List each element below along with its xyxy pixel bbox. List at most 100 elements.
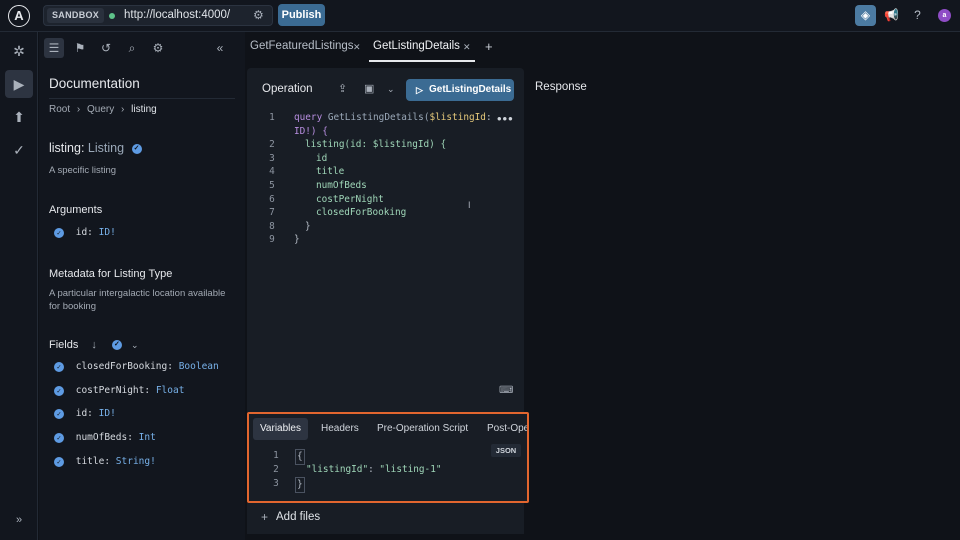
- history-icon[interactable]: ↺: [96, 38, 116, 58]
- argument-type[interactable]: ID!: [99, 227, 116, 238]
- field-item-type[interactable]: Float: [156, 385, 185, 396]
- tab-get-featured-listings[interactable]: GetFeaturedListings: [250, 40, 354, 52]
- checkmark-icon[interactable]: ✓: [54, 385, 64, 396]
- search-icon[interactable]: ⌕: [122, 38, 142, 58]
- keyboard-icon[interactable]: ⌨: [499, 385, 513, 396]
- line-number: 5: [269, 180, 275, 191]
- avatar[interactable]: a: [938, 9, 951, 22]
- tab-headers[interactable]: Headers: [314, 418, 366, 440]
- field-type[interactable]: Listing: [88, 141, 124, 155]
- explorer-icon[interactable]: ▶: [5, 70, 33, 98]
- field-item[interactable]: ✓ closedForBooking: Boolean: [54, 361, 219, 372]
- checkmark-icon[interactable]: ✓: [54, 361, 64, 372]
- metadata-description: A particular intergalactic location avai…: [49, 288, 226, 312]
- left-nav: ✲ ▶ ⬆ ✓ »: [0, 32, 38, 540]
- line-number: 6: [269, 193, 275, 205]
- upload-icon[interactable]: ⬆: [5, 103, 33, 131]
- run-operation-label: GetListingDetails: [429, 84, 512, 95]
- save-icon[interactable]: ▣: [364, 82, 374, 95]
- apollo-logo[interactable]: A: [8, 5, 30, 27]
- line-number: 3: [273, 478, 279, 489]
- code-text: numOfBeds: [316, 180, 367, 191]
- endpoint-url-box[interactable]: SANDBOX http://localhost:4000/ ⚙: [43, 5, 273, 26]
- expand-nav-icon[interactable]: »: [5, 506, 33, 534]
- field-item-name: numOfBeds:: [75, 432, 133, 443]
- checks-icon[interactable]: ✓: [5, 136, 33, 164]
- code-text: }: [294, 234, 300, 246]
- checkmark-icon[interactable]: ✓: [54, 227, 64, 238]
- breadcrumb-query[interactable]: Query: [87, 104, 114, 115]
- line-number: 9: [269, 234, 275, 246]
- endpoint-url[interactable]: http://localhost:4000/: [124, 9, 230, 21]
- help-icon[interactable]: ?: [907, 5, 928, 26]
- page-title: Documentation: [49, 76, 140, 91]
- keyword: query: [294, 112, 323, 123]
- megaphone-icon[interactable]: 📢: [881, 5, 902, 26]
- argument-name: id:: [75, 227, 93, 238]
- code-text: "listingId": "listing-1": [306, 463, 441, 477]
- layers-icon[interactable]: ◈: [855, 5, 876, 26]
- docs-icon[interactable]: ☰: [44, 38, 64, 58]
- close-icon[interactable]: ✕: [353, 42, 361, 53]
- field-item[interactable]: ✓ id: ID!: [54, 408, 116, 419]
- field-item-type[interactable]: Boolean: [179, 361, 219, 372]
- field-item[interactable]: ✓ title: String!: [54, 456, 156, 467]
- settings-gear-icon[interactable]: ⚙: [148, 38, 168, 58]
- line-number: 7: [269, 207, 275, 219]
- tab-pre-operation-script[interactable]: Pre-Operation Script: [370, 418, 475, 440]
- line-number: 2: [269, 139, 275, 151]
- field-item-type[interactable]: String!: [116, 456, 156, 467]
- chevron-down-icon[interactable]: ⌄: [387, 84, 395, 95]
- active-tab-indicator: [369, 60, 475, 62]
- fields-heading: Fields ↓ ✓ ⌄: [49, 339, 139, 351]
- top-bar: A SANDBOX http://localhost:4000/ ⚙ Publi…: [0, 0, 960, 32]
- argument-row[interactable]: ✓ id: ID!: [54, 227, 116, 238]
- field-item[interactable]: ✓ costPerNight: Float: [54, 385, 184, 396]
- response-title: Response: [535, 81, 587, 93]
- share-icon[interactable]: ⇪: [338, 82, 347, 95]
- variables-panel: Variables Headers Pre-Operation Script P…: [247, 412, 529, 503]
- checkmark-icon[interactable]: ✓: [131, 143, 142, 154]
- sandbox-badge: SANDBOX: [47, 8, 105, 23]
- breadcrumb-root[interactable]: Root: [49, 104, 70, 115]
- breadcrumb-chevron-icon: ›: [76, 104, 81, 115]
- checkmark-icon[interactable]: ✓: [54, 408, 64, 419]
- line-number: 4: [269, 166, 275, 178]
- line-number: 2: [273, 464, 279, 475]
- connection-status-dot: [109, 13, 115, 19]
- arguments-heading: Arguments: [49, 204, 103, 216]
- run-operation-button[interactable]: ▷ GetListingDetails: [406, 79, 514, 101]
- operation-title: Operation: [262, 83, 313, 95]
- json-badge[interactable]: JSON: [491, 444, 521, 457]
- tab-get-listing-details[interactable]: GetListingDetails: [373, 40, 460, 52]
- code-text: {: [295, 449, 305, 465]
- json-value: "listing-1": [379, 464, 442, 475]
- checkmark-icon[interactable]: ✓: [54, 456, 64, 467]
- chevron-down-icon[interactable]: ⌄: [131, 340, 139, 350]
- field-description: A specific listing: [49, 165, 117, 176]
- code-text: costPerNight: [316, 193, 384, 205]
- variable: $listingId: [429, 112, 486, 123]
- select-all-check-icon[interactable]: ✓: [111, 340, 122, 351]
- add-files-button[interactable]: + Add files: [247, 503, 524, 534]
- sort-arrow-icon[interactable]: ↓: [91, 339, 97, 351]
- collapse-panel-icon[interactable]: «: [210, 38, 230, 58]
- punctuation: :: [368, 464, 380, 475]
- new-tab-plus-icon[interactable]: +: [485, 39, 493, 54]
- field-item-name: costPerNight:: [75, 385, 151, 396]
- field-item-type[interactable]: Int: [139, 432, 156, 443]
- tab-post-operation-script[interactable]: Post-Operation Script: [480, 418, 527, 440]
- publish-button[interactable]: Publish: [278, 4, 325, 26]
- operation-panel: Operation ⇪ ▣ ⌄ ▷ GetListingDetails ••• …: [247, 68, 524, 412]
- field-item-type[interactable]: ID!: [99, 408, 116, 419]
- connection-settings-icon[interactable]: ⚙: [253, 8, 264, 22]
- close-icon[interactable]: ✕: [463, 42, 471, 53]
- json-key: "listingId": [306, 464, 369, 475]
- checkmark-icon[interactable]: ✓: [54, 432, 64, 443]
- bookmark-icon[interactable]: ⚑: [70, 38, 90, 58]
- field-item[interactable]: ✓ numOfBeds: Int: [54, 432, 156, 443]
- tab-variables[interactable]: Variables: [253, 418, 308, 440]
- line-number: 8: [269, 220, 275, 232]
- schema-graph-icon[interactable]: ✲: [5, 37, 33, 65]
- more-options-icon[interactable]: •••: [497, 111, 514, 126]
